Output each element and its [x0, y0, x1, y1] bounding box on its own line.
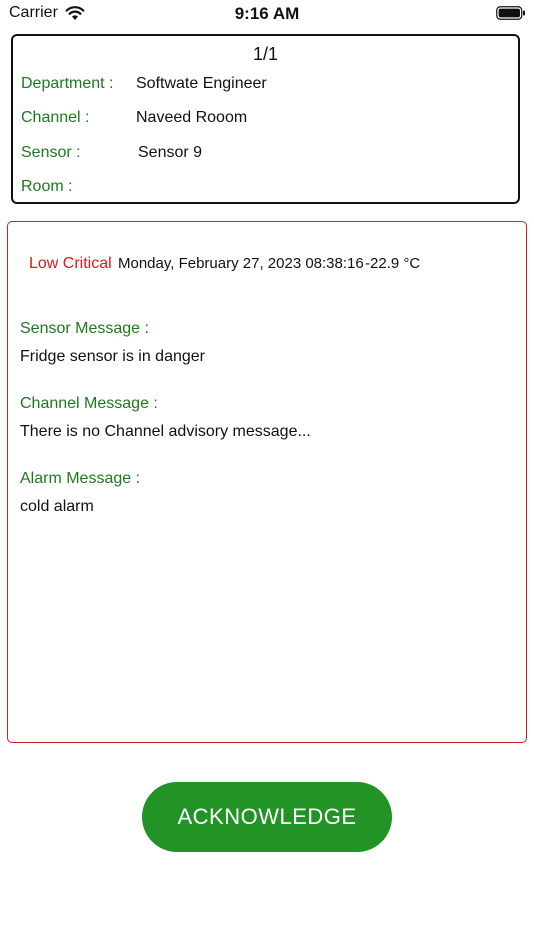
channel-label: Channel : [21, 109, 90, 126]
alarm-message-label: Alarm Message : [20, 470, 141, 487]
alert-detail-card: Low Critical Monday, February 27, 2023 0… [7, 221, 527, 743]
channel-message-label: Channel Message : [20, 395, 158, 412]
clock: 9:16 AM [234, 4, 300, 23]
alert-temperature: -22.9 °C [365, 255, 421, 272]
acknowledge-button[interactable]: ACKNOWLEDGE [142, 782, 392, 852]
sensor-message-label: Sensor Message : [20, 320, 149, 337]
severity-badge: Low Critical [29, 255, 112, 272]
sensor-label: Sensor : [21, 144, 81, 161]
page-indicator: 1/1 [252, 44, 279, 64]
room-label: Room : [21, 178, 73, 195]
sensor-message-text: Fridge sensor is in danger [20, 348, 205, 365]
battery-icon [496, 6, 525, 20]
sensor-info-card: 1/1 Department : Softwate Engineer Chann… [11, 34, 520, 204]
sensor-value: Sensor 9 [138, 144, 203, 161]
alert-timestamp: Monday, February 27, 2023 08:38:16 [118, 255, 364, 272]
status-bar: Carrier 9:16 AM [0, 0, 534, 28]
department-label: Department : [21, 75, 114, 92]
alarm-message-text: cold alarm [20, 498, 94, 515]
department-value: Softwate Engineer [136, 75, 267, 92]
channel-message-text: There is no Channel advisory message... [20, 423, 311, 440]
channel-value: Naveed Rooom [136, 109, 248, 126]
